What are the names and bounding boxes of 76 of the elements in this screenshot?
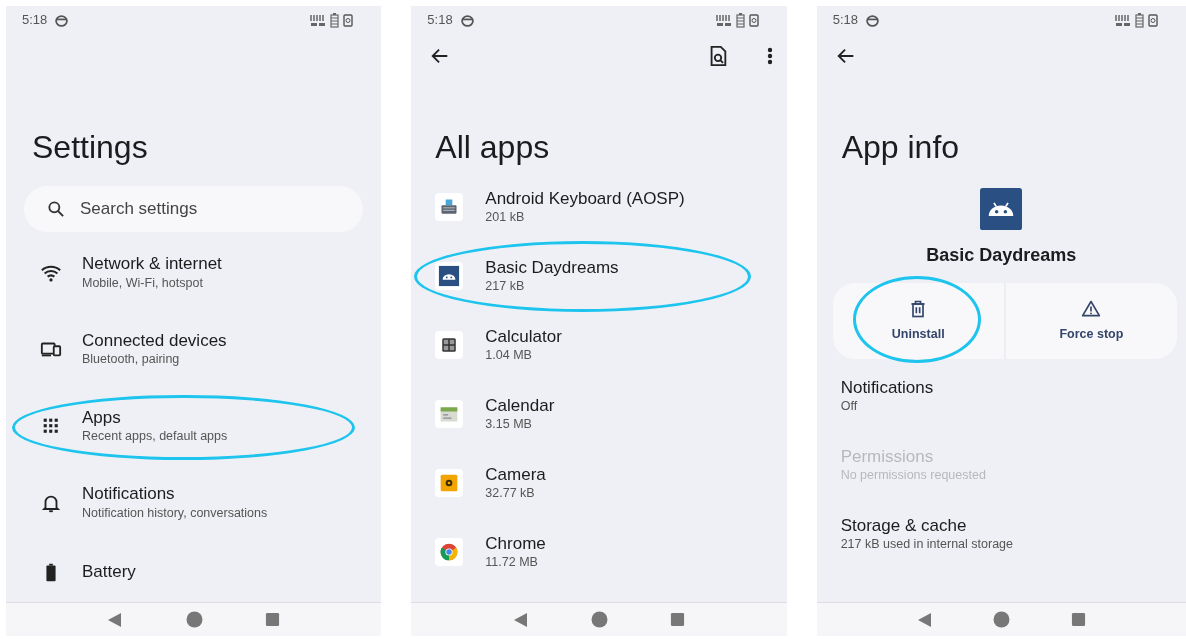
item-subtitle: Bluetooth, pairing [82,351,181,368]
item-title: Apps [82,407,122,429]
action-button[interactable]: Uninstall [832,283,1004,360]
search-icon [46,199,66,220]
item-title: Battery [82,561,136,583]
item-subtitle: Off [840,397,859,415]
back-nav-icon[interactable] [512,611,529,628]
home-nav-icon[interactable] [993,611,1011,628]
app-icon [980,188,1023,231]
recents-nav-icon[interactable] [1070,612,1086,627]
signal-icon [1115,13,1131,27]
search-field[interactable]: Search settings [24,186,364,233]
more-options-icon[interactable] [766,47,773,65]
app-size: 217 kB [485,277,526,295]
warning-icon [1081,299,1102,319]
notification-icon [55,13,69,27]
app-size: 201 kB [485,208,526,226]
chrome-icon [439,541,460,562]
home-nav-icon[interactable] [591,611,608,628]
status-time: 5:18 [832,11,858,30]
battery-status-icon [330,12,340,28]
recents-nav-icon[interactable] [265,612,281,627]
page-title: All apps [434,128,551,167]
back-nav-icon[interactable] [107,611,124,628]
item-title: Notifications [840,377,935,398]
app-name: Camera [485,464,546,485]
battery-status-icon [1135,12,1144,28]
settings-item[interactable]: Connected devices Bluetooth, pairing [6,311,382,388]
item-subtitle: Recent apps, default apps [82,428,228,445]
app-name: Basic Daydreams [925,244,1078,268]
settings-item[interactable]: Notifications Notification history, conversations [6,464,382,541]
app-list-item[interactable]: Camera 32.77 kB [411,448,787,518]
camera-icon [439,472,460,493]
item-title: Network & internet [82,254,222,275]
back-nav-icon[interactable] [916,611,933,628]
signal-icon [715,13,732,27]
page-title: App info [840,128,961,167]
sim-icon [343,13,354,27]
app-size: 1.04 MB [485,346,533,364]
app-list-item[interactable]: Calendar 3.15 MB [411,379,787,449]
app-name: Android Keyboard (AOSP) [485,188,685,209]
settings-item[interactable]: Apps Recent apps, default apps [6,387,382,465]
settings-item[interactable]: Network & internet Mobile, Wi-Fi, hotspot [6,234,382,312]
action-button[interactable]: Force stop [1003,283,1177,360]
signal-icon [310,13,327,27]
app-size: 3.15 MB [485,415,533,433]
notification-icon [865,13,879,27]
app-name: Calculator [485,326,562,347]
app-list-item[interactable]: Basic Daydreams 217 kB [411,241,787,311]
app-name: Chrome [485,533,546,554]
app-name: Calendar [485,395,555,416]
app-size: 32.77 kB [485,484,536,502]
sim-icon [748,13,759,27]
item-subtitle: Mobile, Wi-Fi, hotspot [82,274,204,292]
item-subtitle: 217 kB used in internal storage [840,535,1014,553]
app-list-item[interactable]: Chrome 11.72 MB [411,517,787,587]
notification-icon [460,13,474,27]
app-name: Basic Daydreams [485,257,619,278]
status-time: 5:18 [427,11,453,30]
item-subtitle: No permissions requested [840,466,987,484]
app-list-item[interactable]: Android Keyboard (AOSP) 201 kB [411,172,787,242]
calculator-icon [440,335,459,354]
item-title: Permissions [840,446,935,467]
battery-status-icon [735,12,745,28]
item-subtitle: Notification history, conversations [82,504,268,521]
status-time: 5:18 [22,11,48,30]
recents-nav-icon[interactable] [670,612,686,627]
item-title: Connected devices [82,331,227,352]
home-nav-icon[interactable] [185,611,203,628]
app-size: 11.72 MB [485,553,539,571]
settings-item[interactable]: Battery [6,540,382,583]
item-title: Storage & cache [840,515,968,536]
app-list-item[interactable]: Calculator 1.04 MB [411,310,787,380]
page-title: Settings [31,128,149,167]
sim-icon [1148,13,1158,27]
item-title: Notifications [82,484,176,505]
